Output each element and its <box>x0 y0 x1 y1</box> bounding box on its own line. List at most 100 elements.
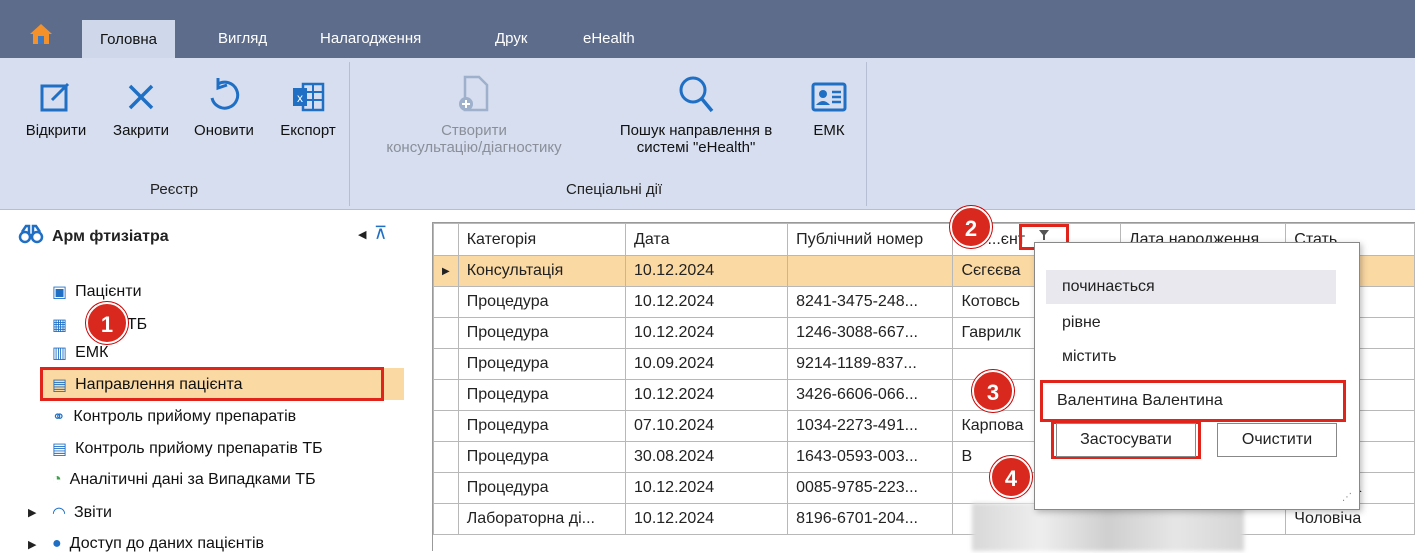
filter-option-starts-with[interactable]: починається <box>1046 270 1336 304</box>
create-consultation-button[interactable]: Створити консультацію/діагностику <box>352 70 596 156</box>
clear-button[interactable]: Очистити <box>1217 423 1337 457</box>
callout-1: 1 <box>86 302 128 344</box>
filter-value-text: Валентина Валентина <box>1057 392 1223 409</box>
cell-category: Процедура <box>457 286 627 318</box>
row-indicator <box>433 286 459 318</box>
cell-date: 10.12.2024 <box>625 317 789 349</box>
export-button[interactable]: x Експорт <box>270 70 346 140</box>
cell-public-number: 3426-6606-066... <box>787 379 954 411</box>
column-header-public-number[interactable]: Публічний номер <box>787 223 954 256</box>
apply-button[interactable]: Застосувати <box>1056 423 1196 457</box>
collapse-left-icon[interactable]: ◀ <box>358 228 366 241</box>
callout-4: 4 <box>990 456 1032 498</box>
tab-view[interactable]: Вигляд <box>218 24 267 58</box>
create-label-line2: консультацію/діагностику <box>386 139 562 156</box>
open-label: Відкрити <box>25 122 87 139</box>
cell-category: Лабораторна ді... <box>457 503 627 535</box>
analytics-icon: ◔ <box>52 471 62 488</box>
row-indicator: ▶ <box>433 255 459 287</box>
nav-title: Арм фтизіатра <box>52 228 169 245</box>
close-label: Закрити <box>113 122 169 139</box>
tab-debug[interactable]: Налагодження <box>320 24 421 58</box>
sidebar-item-label: Пацієнти <box>75 283 142 300</box>
row-indicator-header <box>433 223 459 256</box>
row-indicator <box>433 503 459 535</box>
row-indicator <box>433 348 459 380</box>
ribbon-separator <box>866 62 867 206</box>
new-document-icon <box>459 75 489 112</box>
callout-2: 2 <box>950 206 992 248</box>
search-referral-button[interactable]: Пошук направлення в системі "eHealth" <box>596 70 796 156</box>
reports-icon: ◠ <box>52 505 66 522</box>
home-icon[interactable] <box>26 22 56 50</box>
cell-public-number: 8196-6701-204... <box>787 503 954 535</box>
sidebar-item-label: Контроль прийому препаратів <box>73 408 297 425</box>
search-icon <box>679 76 714 113</box>
filter-option-contains[interactable]: містить <box>1046 340 1336 374</box>
cell-category: Процедура <box>457 410 627 442</box>
close-button[interactable]: Закрити <box>100 70 182 140</box>
pills-icon: ⚭ <box>52 409 66 426</box>
document-icon: ▤ <box>52 377 68 394</box>
special-actions-group-label: Спеціальні дії <box>566 181 663 198</box>
refresh-label: Оновити <box>194 122 254 139</box>
callout-3: 3 <box>972 370 1014 412</box>
sidebar-item-drug-control[interactable]: ⚭ Контроль прийому препаратів <box>52 407 296 427</box>
sidebar-item-referrals[interactable]: ▤ Направлення пацієнта <box>52 375 243 395</box>
binoculars-icon <box>18 224 44 248</box>
emk-button[interactable]: ЕМК <box>800 70 858 140</box>
cell-category: Процедура <box>457 317 627 349</box>
refresh-icon <box>210 78 240 110</box>
cell-public-number: 1034-2273-491... <box>787 410 954 442</box>
sidebar-item-drug-control-tb[interactable]: ▤ Контроль прийому препаратів ТБ <box>52 439 323 459</box>
sidebar-item-label: ЕМК <box>75 346 109 360</box>
cell-public-number: 1246-3088-667... <box>787 317 954 349</box>
open-button[interactable]: Відкрити <box>10 70 102 140</box>
registry-group-label: Реєстр <box>150 181 199 198</box>
resize-grip-icon[interactable]: ⋰ <box>1342 492 1352 503</box>
row-indicator <box>433 472 459 504</box>
export-label: Експорт <box>280 122 336 139</box>
sidebar-item-label: Контроль прийому препаратів ТБ <box>75 440 323 457</box>
sidebar-item-label: Доступ до даних пацієнтів <box>69 535 264 552</box>
cell-date: 10.12.2024 <box>625 379 789 411</box>
cell-public-number <box>787 255 954 287</box>
row-indicator <box>433 379 459 411</box>
row-indicator <box>433 410 459 442</box>
sidebar-item-emk[interactable]: ▥ ЕМК <box>52 346 108 360</box>
search-label-line2: системі "eHealth" <box>636 139 756 156</box>
filter-value-input[interactable]: Валентина Валентина <box>1040 380 1346 422</box>
pin-icon[interactable]: ⊼ <box>374 223 387 244</box>
filter-option-equals[interactable]: рівне <box>1046 306 1336 340</box>
cell-public-number: 8241-3475-248... <box>787 286 954 318</box>
emk-label: ЕМК <box>813 122 845 139</box>
refresh-button[interactable]: Оновити <box>180 70 268 140</box>
svg-text:x: x <box>297 91 303 105</box>
expand-arrow-icon[interactable]: ▶ <box>28 506 36 519</box>
cell-category: Процедура <box>457 348 627 380</box>
filter-icon <box>1039 230 1049 240</box>
create-label-line1: Створити <box>441 122 507 139</box>
expand-arrow-icon[interactable]: ▶ <box>28 538 36 551</box>
tab-ehealth[interactable]: eHealth <box>583 24 635 58</box>
cell-date: 10.12.2024 <box>625 286 789 318</box>
column-header-date[interactable]: Дата <box>625 223 789 256</box>
patient-card-icon: ▣ <box>52 284 68 301</box>
column-header-category[interactable]: Категорія <box>457 223 627 256</box>
cell-category: Процедура <box>457 441 627 473</box>
cell-public-number: 9214-1189-837... <box>787 348 954 380</box>
sidebar-item-reports[interactable]: ◠ Звіти <box>52 503 112 523</box>
cell-public-number: 0085-9785-223... <box>787 472 954 504</box>
sidebar-item-analytics[interactable]: ◔ Аналітичні дані за Випадками ТБ <box>52 471 316 489</box>
tab-print[interactable]: Друк <box>495 24 527 58</box>
cell-date: 10.12.2024 <box>625 255 789 287</box>
cell-date: 30.08.2024 <box>625 441 789 473</box>
cell-public-number: 1643-0593-003... <box>787 441 954 473</box>
excel-icon: x <box>293 82 325 112</box>
tab-home[interactable]: Головна <box>82 20 175 58</box>
sidebar-item-data-access[interactable]: ● Доступ до даних пацієнтів <box>52 535 264 553</box>
sidebar-item-label: Звіти <box>73 504 112 521</box>
id-card-icon <box>811 82 847 112</box>
cell-category: Процедура <box>457 379 627 411</box>
sidebar-item-patients[interactable]: ▣ Пацієнти <box>52 282 142 302</box>
